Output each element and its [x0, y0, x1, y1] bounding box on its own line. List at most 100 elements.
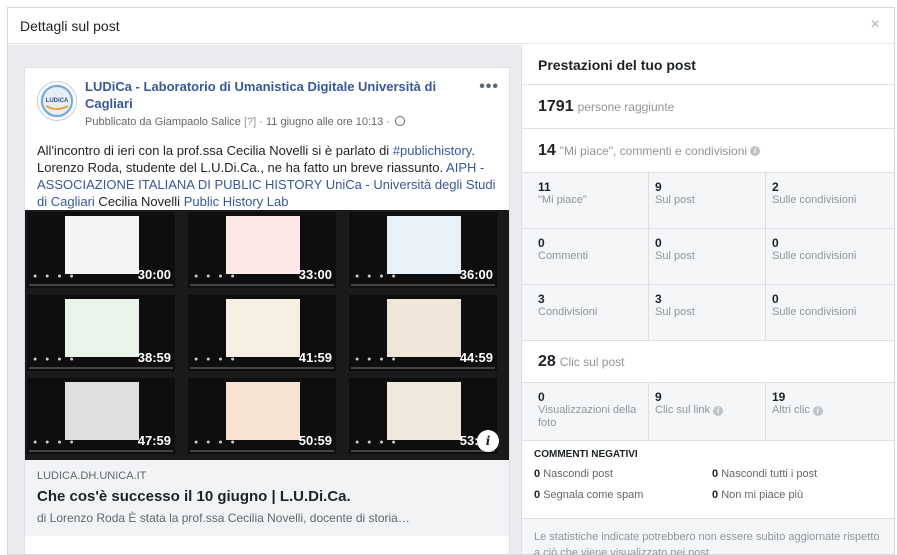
engagement-count: 14 [538, 141, 556, 159]
video-timestamp: 41:59 [298, 350, 332, 365]
reach-count: 1791 [538, 97, 574, 115]
video-timestamp: 50:59 [298, 433, 332, 448]
comments-on-shares-num: 0 [772, 236, 779, 250]
shares-on-post-label: Sul post [655, 306, 695, 318]
progress-bar [351, 367, 495, 369]
slide-preview [226, 382, 300, 440]
hide-all-num: 0 [712, 468, 719, 480]
engagement-label: "Mi piace", commenti e condivisioni [559, 143, 748, 158]
video-timestamp: 30:00 [137, 267, 171, 282]
performance-title: Prestazioni del tuo post [522, 45, 894, 85]
participant-dots: ● ● ● ● [194, 439, 238, 446]
shares-on-shares-label: Sulle condivisioni [772, 306, 857, 318]
more-options-icon[interactable]: ••• [479, 78, 499, 96]
link-domain: LUDICA.DH.UNICA.IT [37, 470, 147, 482]
shares-on-shares-num: 0 [772, 292, 779, 306]
other-clicks-label: Altri clic i [772, 404, 878, 417]
close-icon[interactable]: × [871, 17, 880, 33]
stats-disclaimer: Le statistiche indicate potrebbero non e… [534, 531, 880, 555]
link-title[interactable]: Che cos'è successo il 10 giugno | L.U.Di… [37, 488, 497, 505]
post-meta: Pubblicato da Giampaolo Salice [?] · 11 … [85, 116, 406, 128]
video-frame: ● ● ● ● 38:59 [27, 295, 175, 371]
info-icon[interactable]: i [477, 430, 499, 452]
post-date[interactable]: · 11 giugno alle ore 10:13 · [256, 116, 390, 128]
slide-preview [387, 382, 461, 440]
publisher-name[interactable]: Pubblicato da Giampaolo Salice [85, 116, 241, 128]
negative-feedback-title: COMMENTI NEGATIVI [534, 449, 638, 460]
other-clicks-label-text: Altri clic [772, 404, 810, 416]
comments-on-shares-cell: 0 Sulle condivisioni [765, 229, 882, 284]
slide-preview [226, 216, 300, 274]
other-clicks-cell: 19 Altri clic i [765, 383, 882, 440]
post-text-part: Cecilia Novelli [94, 194, 184, 209]
modal-header: Dettagli sul post × [8, 8, 894, 44]
shares-on-post-num: 3 [655, 292, 662, 306]
video-frame: ● ● ● ● 30:00 [27, 212, 175, 288]
link-clicks-cell: 9 Clic sul link i [648, 383, 765, 440]
participant-dots: ● ● ● ● [355, 439, 399, 446]
likes-total-cell: 11 "Mi piace" [534, 173, 648, 228]
participant-dots: ● ● ● ● [355, 356, 399, 363]
unlike-num: 0 [712, 489, 719, 501]
video-frame: ● ● ● ● 33:00 [188, 212, 336, 288]
shares-on-post-cell: 3 Sul post [648, 285, 765, 340]
video-frame: ● ● ● ● 47:59 [27, 378, 175, 454]
shares-total-num: 3 [538, 292, 545, 306]
page-avatar[interactable]: LUDiCA [37, 81, 77, 121]
likes-breakdown: 11 "Mi piace" 9 Sul post 2 Sulle condivisio… [522, 173, 894, 229]
slide-preview [65, 382, 139, 440]
globe-icon [395, 116, 406, 126]
video-thumbnail[interactable]: ● ● ● ● 30:00 ● ● ● ● 33:00 ● ● ● ● 36:00 ● ● … [25, 210, 509, 460]
comments-total-num: 0 [538, 236, 545, 250]
participant-dots: ● ● ● ● [194, 356, 238, 363]
video-timestamp: 44:59 [459, 350, 493, 365]
engagement-row: 14 "Mi piace", commenti e condivisioni i [522, 129, 894, 173]
comments-on-shares-label: Sulle condivisioni [772, 250, 857, 262]
post-text-part: All'incontro di ieri con la prof.ssa Cec… [37, 143, 393, 158]
progress-bar [190, 450, 334, 452]
video-timestamp: 47:59 [137, 433, 171, 448]
photo-views-num: 0 [538, 390, 545, 404]
info-icon[interactable]: i [713, 406, 724, 416]
likes-on-shares-label: Sulle condivisioni [772, 194, 857, 206]
participant-dots: ● ● ● ● [33, 356, 77, 363]
avatar-logo-text: LUDiCA [45, 98, 69, 104]
ludica-logo: LUDiCA [40, 84, 74, 118]
info-icon[interactable]: i [750, 145, 761, 156]
comments-on-post-cell: 0 Sul post [648, 229, 765, 284]
video-frame: ● ● ● ● 36:00 [349, 212, 497, 288]
shares-total-label: Condivisioni [538, 306, 598, 318]
publisher-help[interactable]: [?] [244, 116, 256, 128]
shares-on-shares-cell: 0 Sulle condivisioni [765, 285, 882, 340]
hide-post-stat: 0 Nascondi post [534, 468, 712, 480]
photo-views-cell: 0 Visualizzazioni della foto [534, 383, 648, 440]
likes-total-label: "Mi piace" [538, 194, 587, 206]
shares-total-cell: 3 Condivisioni [534, 285, 648, 340]
progress-bar [29, 367, 173, 369]
modal-body: LUDiCA LUDiCa - Laboratorio di Umanistic… [8, 45, 894, 555]
progress-bar [190, 367, 334, 369]
progress-bar [351, 284, 495, 286]
video-timestamp: 36:00 [459, 267, 493, 282]
participant-dots: ● ● ● ● [33, 439, 77, 446]
slide-preview [387, 216, 461, 274]
video-frame: ● ● ● ● 44:59 [349, 295, 497, 371]
progress-bar [29, 450, 173, 452]
public-history-lab-link[interactable]: Public History Lab [184, 194, 289, 209]
likes-total-num: 11 [538, 180, 551, 194]
report-spam-label: Segnala come spam [543, 489, 644, 501]
progress-bar [190, 284, 334, 286]
info-icon[interactable]: i [812, 406, 823, 416]
video-frame: ● ● ● ● 41:59 [188, 295, 336, 371]
hashtag-link[interactable]: #publichistory [393, 143, 472, 158]
hide-post-label: Nascondi post [543, 468, 613, 480]
other-clicks-num: 19 [772, 390, 786, 404]
likes-on-shares-cell: 2 Sulle condivisioni [765, 173, 882, 228]
hide-post-num: 0 [534, 468, 541, 480]
clicks-breakdown: 0 Visualizzazioni della foto 9 Clic sul li… [522, 383, 894, 441]
comments-on-post-num: 0 [655, 236, 662, 250]
participant-dots: ● ● ● ● [33, 273, 77, 280]
video-frame: ● ● ● ●53:59 [349, 378, 497, 454]
link-preview[interactable]: LUDICA.DH.UNICA.IT Che cos'è successo il… [25, 460, 509, 536]
page-name-link[interactable]: LUDiCa - Laboratorio di Umanistica Digit… [85, 78, 455, 112]
